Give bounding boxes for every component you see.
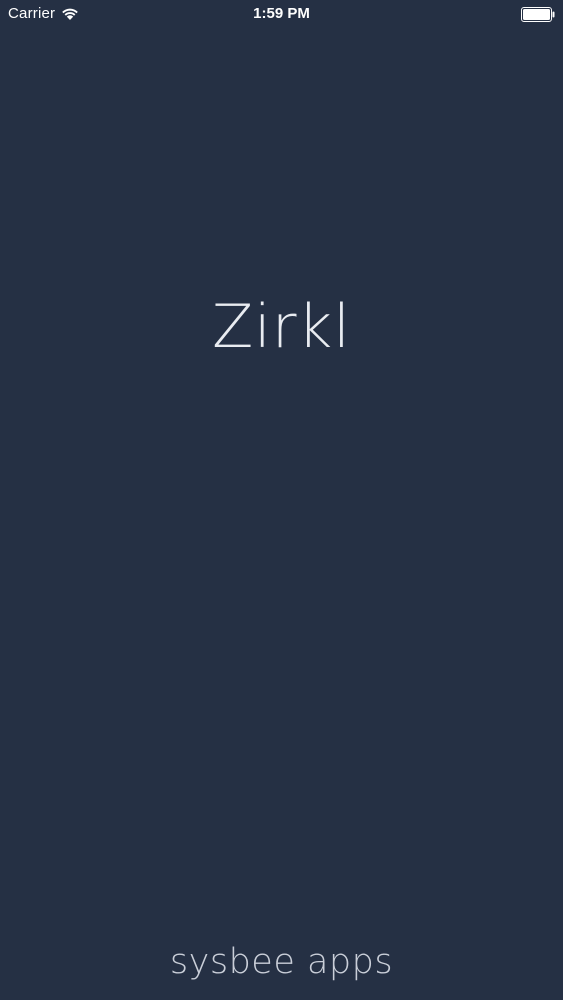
- status-time: 1:59 PM: [253, 5, 310, 22]
- app-title: Zirkl: [212, 292, 351, 362]
- battery-icon: [521, 7, 555, 22]
- splash-screen: Carrier 1:59 PM Zirkl sysbee apps: [0, 0, 563, 1000]
- developer-brand: sysbee apps: [169, 942, 394, 982]
- status-bar: Carrier 1:59 PM: [0, 0, 563, 30]
